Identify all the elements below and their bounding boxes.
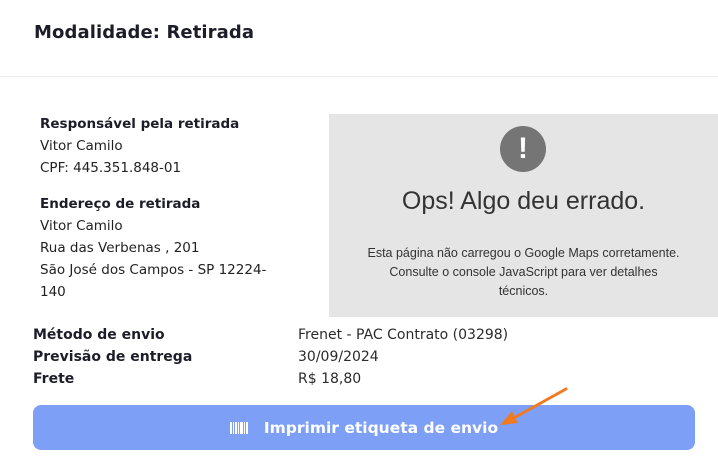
shipping-method-value: Frenet - PAC Contrato (03298) [298,327,509,343]
error-icon: ! [500,126,546,172]
freight-value: R$ 18,80 [298,371,362,387]
map-error-title: Ops! Algo deu errado. [401,187,646,215]
responsible-label: Responsável pela retirada [40,116,240,132]
print-label-button[interactable]: Imprimir etiqueta de envio [33,405,695,450]
shipping-method-label: Método de envio [33,327,165,343]
page-title: Modalidade: Retirada [34,22,255,43]
responsible-section: Responsável pela retirada Vitor Camilo C… [40,116,239,179]
pickup-address-name: Vitor Camilo [40,218,123,234]
shipping-details: Método de envio Frenet - PAC Contrato (0… [33,324,693,390]
pickup-address-section: Endereço de retirada Vitor Camilo Rua da… [40,196,302,303]
responsible-name: Vitor Camilo [40,138,123,154]
map-error-panel: ! Ops! Algo deu errado. Esta página não … [329,114,718,317]
shipping-method-row: Método de envio Frenet - PAC Contrato (0… [33,324,693,346]
barcode-icon [229,421,248,434]
pickup-address-city: São José dos Campos - SP 12224- [40,262,267,278]
delivery-forecast-value: 30/09/2024 [298,349,379,365]
print-label-button-text: Imprimir etiqueta de envio [263,418,499,437]
freight-label: Frete [33,371,75,387]
pickup-address-label: Endereço de retirada [40,196,201,212]
responsible-cpf: CPF: 445.351.848-01 [40,160,182,176]
annotation-arrow-icon [500,387,568,425]
freight-row: Frete R$ 18,80 [33,368,693,390]
delivery-forecast-row: Previsão de entrega 30/09/2024 [33,346,693,368]
pickup-address-street: Rua das Verbenas , 201 [40,240,200,256]
map-error-message: Esta página não carregou o Google Maps c… [367,246,680,298]
delivery-forecast-label: Previsão de entrega [33,349,193,365]
pickup-address-zip: 140 [40,284,66,300]
page-header: Modalidade: Retirada [0,0,718,77]
